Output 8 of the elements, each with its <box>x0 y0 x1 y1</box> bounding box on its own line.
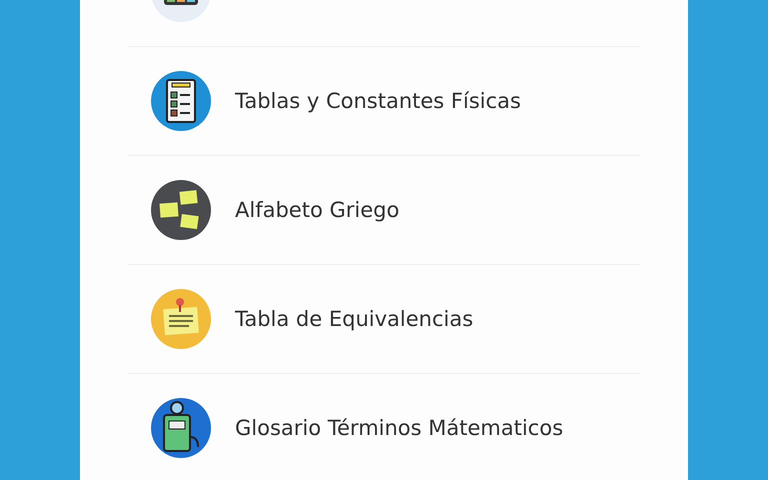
pinned-note-icon <box>150 288 212 350</box>
menu-item[interactable]: Tablas y Constantes Físicas <box>235 89 521 113</box>
sticky-notes-icon <box>150 179 212 241</box>
menu-item[interactable]: Alfabeto Griego <box>235 198 400 222</box>
device-icon <box>150 397 212 459</box>
menu-item[interactable]: Glosario Términos Mátematicos <box>235 416 564 440</box>
menu-item[interactable]: Tabla de Equivalencias <box>235 307 474 331</box>
checklist-icon <box>150 70 212 132</box>
